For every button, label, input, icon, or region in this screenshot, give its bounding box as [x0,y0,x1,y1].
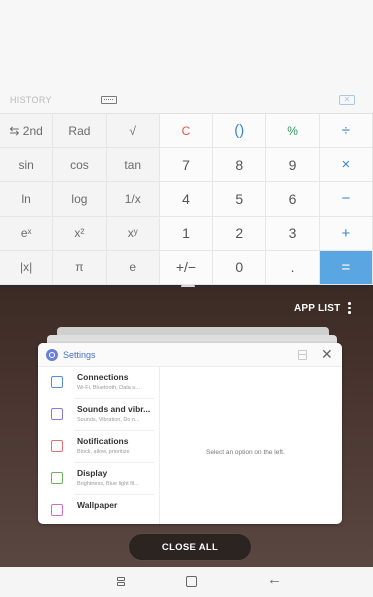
calc-key[interactable]: |x| [0,250,54,285]
close-icon[interactable]: ✕ [321,347,333,361]
navigation-bar: ← [0,567,373,597]
home-icon[interactable] [186,576,197,587]
calc-key[interactable]: 6 [266,182,320,217]
card-title: Settings [63,350,96,360]
calc-key[interactable]: 5 [213,182,267,217]
settings-item-title: Connections [77,372,129,382]
calc-key[interactable]: tan [106,148,160,183]
back-icon[interactable]: ← [267,572,282,587]
history-button[interactable]: HISTORY [10,95,52,105]
calc-key[interactable]: + [319,216,373,251]
settings-gear-icon [46,349,58,361]
settings-item-title: Notifications [77,436,129,446]
calc-key[interactable]: 1 [159,216,214,251]
calc-key[interactable]: − [319,182,373,217]
calc-key[interactable]: = [319,250,373,285]
close-all-button[interactable]: CLOSE ALL [128,533,252,561]
calc-key[interactable]: log [53,182,107,217]
calc-key[interactable]: 0 [213,250,267,285]
calculator-window: HISTORY ✕ ⇆ 2nd Rad √ C()% ÷ sin cos tan 7 8 9 × ln l… [0,0,373,287]
calc-key[interactable]: 9 [266,148,320,183]
recent-apps-panel: APP LIST Settings ✕ Connections Wi-Fi, Bl… [0,287,373,567]
calc-key[interactable]: xʸ [106,216,160,251]
notifications-icon [51,440,63,452]
calc-key[interactable]: ln [0,182,54,217]
settings-item[interactable]: Sounds and vibr... Sounds, Vibration, Do … [38,399,160,431]
calc-key[interactable]: eˣ [0,216,54,251]
settings-item-subtitle: Wi-Fi, Bluetooth, Data u... [77,385,140,391]
connections-icon [51,376,63,388]
calc-key[interactable]: Rad [53,114,107,149]
calc-key[interactable]: ⇆ 2nd [0,114,54,149]
keyboard-icon[interactable] [101,96,117,104]
calc-key[interactable]: . [266,250,320,285]
calc-key[interactable]: π [53,250,107,285]
settings-item[interactable]: Connections Wi-Fi, Bluetooth, Data u... [38,367,160,399]
settings-list: Connections Wi-Fi, Bluetooth, Data u... So… [38,367,160,524]
sound-icon [51,408,63,420]
detail-placeholder: Select an option on the left. [206,449,285,456]
calc-key[interactable]: 2 [213,216,267,251]
settings-item-subtitle: Sounds, Vibration, Do n... [77,417,140,423]
calc-key[interactable]: C [159,114,214,149]
settings-item[interactable]: Wallpaper [38,495,160,524]
history-bar: HISTORY ✕ [0,88,373,112]
more-options-icon[interactable] [348,302,352,314]
app-list-button[interactable]: APP LIST [294,303,340,314]
calc-key[interactable]: √ [106,114,160,149]
settings-item-title: Wallpaper [77,500,118,510]
calc-key[interactable]: () [213,114,267,149]
calc-key[interactable]: 8 [213,148,267,183]
settings-item-title: Display [77,468,108,478]
calc-key[interactable]: cos [53,148,107,183]
settings-app-card[interactable]: Settings ✕ Connections Wi-Fi, Bluetooth, … [38,343,342,524]
recents-icon[interactable] [117,577,125,588]
calc-key[interactable]: % [266,114,320,149]
split-view-icon[interactable] [298,350,307,360]
settings-item-subtitle: Brightness, Blue light fil... [77,481,139,487]
backspace-icon[interactable]: ✕ [339,95,355,105]
calc-key[interactable]: 7 [159,148,214,183]
settings-item-title: Sounds and vibr... [77,404,151,414]
calc-key[interactable]: 3 [266,216,320,251]
wallpaper-icon [51,504,63,516]
calc-key[interactable]: x² [53,216,107,251]
calc-key[interactable]: ÷ [319,114,373,149]
calc-key[interactable]: 1/x [106,182,160,217]
card-header: Settings ✕ [38,343,342,367]
calc-key[interactable]: sin [0,148,54,183]
calc-key[interactable]: 4 [159,182,214,217]
calc-key[interactable]: × [319,148,373,183]
settings-item[interactable]: Notifications Block, allow, prioritize [38,431,160,463]
calc-key[interactable]: +/− [159,250,214,285]
calc-key[interactable]: e [106,250,160,285]
display-icon [51,472,63,484]
calculator-keypad: ⇆ 2nd Rad √ C()% ÷ sin cos tan 7 8 9 × ln log 1/x 4 5 6− e… [0,113,373,285]
settings-item-subtitle: Block, allow, prioritize [77,449,130,455]
settings-item[interactable]: Display Brightness, Blue light fil... [38,463,160,495]
